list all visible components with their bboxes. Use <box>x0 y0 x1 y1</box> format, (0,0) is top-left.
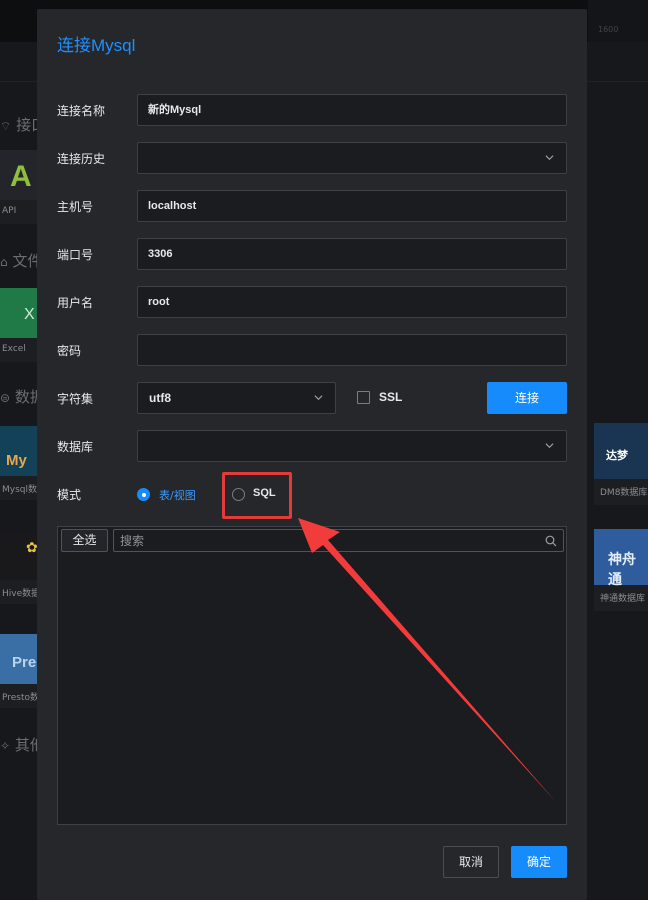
chevron-down-icon <box>545 155 554 161</box>
tile-hive[interactable]: ✿ Hive数据 <box>0 530 37 604</box>
tile-dm8[interactable]: 达梦 DM8数据库 <box>594 423 648 505</box>
password-input[interactable] <box>137 334 567 366</box>
tile-api[interactable]: A API <box>0 150 37 224</box>
connection-history-select[interactable] <box>137 142 567 174</box>
file-icon: ⌂ <box>0 255 8 269</box>
api-icon: ⌔ <box>0 119 12 133</box>
charset-label: 字符集 <box>57 392 94 406</box>
port-input[interactable]: 3306 <box>137 238 567 270</box>
charset-select[interactable]: utf8 <box>137 382 336 414</box>
annotation-highlight-box <box>222 472 292 519</box>
mode-option-table-view-label[interactable]: 表/视图 <box>159 487 196 503</box>
tile-excel[interactable]: X Excel <box>0 288 37 362</box>
database-icon: ⊜ <box>0 391 11 405</box>
cancel-button[interactable]: 取消 <box>443 846 499 878</box>
connect-button[interactable]: 连接 <box>487 382 567 414</box>
search-icon <box>545 535 557 547</box>
search-box <box>113 529 564 552</box>
database-label: 数据库 <box>57 440 94 454</box>
username-input[interactable]: root <box>137 286 567 318</box>
password-label: 密码 <box>57 344 82 358</box>
host-label: 主机号 <box>57 200 94 214</box>
mode-radio-table-view[interactable] <box>137 488 150 501</box>
port-label: 端口号 <box>57 248 94 262</box>
tile-mysql[interactable]: My Mysql数 <box>0 426 37 500</box>
ssl-label: SSL <box>379 390 403 404</box>
confirm-button[interactable]: 确定 <box>511 846 567 878</box>
puzzle-icon: ✧ <box>0 739 11 753</box>
select-all-button[interactable]: 全选 <box>61 529 108 552</box>
app-topbar-right: 1600 <box>588 0 648 42</box>
connect-mysql-dialog: 连接Mysql 连接名称 新的Mysql 连接历史 主机号 localhost … <box>37 9 587 900</box>
chevron-down-icon <box>545 443 554 449</box>
hive-logo-icon: ✿ <box>26 540 37 556</box>
dialog-title: 连接Mysql <box>57 36 136 55</box>
search-input[interactable] <box>114 530 534 551</box>
tile-shentong[interactable]: 神舟通 神通数据库 <box>594 529 648 611</box>
connection-name-label: 连接名称 <box>57 104 106 118</box>
topbar-value: 1600 <box>598 25 619 34</box>
connection-name-input[interactable]: 新的Mysql <box>137 94 567 126</box>
host-input[interactable]: localhost <box>137 190 567 222</box>
chevron-down-icon <box>314 395 323 401</box>
mode-label: 模式 <box>57 488 82 502</box>
tile-presto[interactable]: Pre Presto数 <box>0 634 37 708</box>
connection-history-label: 连接历史 <box>57 152 106 166</box>
table-selection-panel: 全选 <box>57 526 567 825</box>
database-select[interactable] <box>137 430 567 462</box>
ssl-checkbox[interactable] <box>357 391 370 404</box>
username-label: 用户名 <box>57 296 94 310</box>
